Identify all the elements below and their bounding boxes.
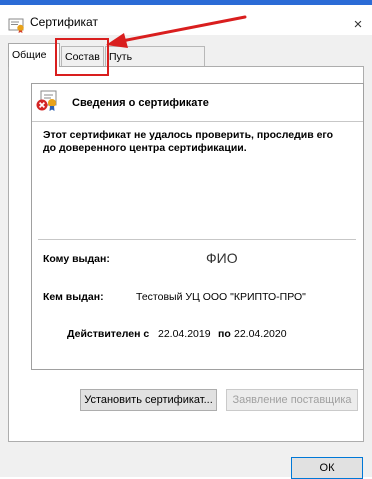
close-button[interactable]: × bbox=[350, 17, 366, 33]
issued-by-value: Тестовый УЦ ООО "КРИПТО-ПРО" bbox=[136, 291, 306, 303]
ok-button[interactable]: ОК bbox=[291, 457, 363, 479]
issued-by-label: Кем выдан: bbox=[43, 291, 104, 303]
info-header: Сведения о сертификате bbox=[32, 84, 363, 122]
issued-to-value: ФИО bbox=[206, 250, 238, 266]
valid-to-label: по bbox=[218, 328, 231, 340]
valid-from-date: 22.04.2019 bbox=[158, 328, 211, 340]
annotation-arrow-icon bbox=[106, 15, 247, 48]
valid-to-date: 22.04.2020 bbox=[234, 328, 287, 340]
certificate-dialog: Сертификат × Общие Состав Путь сертифика… bbox=[0, 0, 372, 479]
window-title: Сертификат bbox=[30, 15, 98, 29]
info-title: Сведения о сертификате bbox=[72, 97, 209, 109]
install-certificate-button[interactable]: Установить сертификат... bbox=[80, 389, 217, 411]
issued-to-label: Кому выдан: bbox=[43, 253, 110, 265]
issuer-statement-button[interactable]: Заявление поставщика bbox=[226, 389, 358, 411]
certificate-error-icon bbox=[36, 90, 57, 111]
certificate-info-box: Сведения о сертификате Этот сертификат н… bbox=[31, 83, 364, 370]
valid-from-label: Действителен с bbox=[67, 328, 150, 340]
certificate-icon bbox=[8, 18, 24, 33]
divider bbox=[38, 239, 356, 240]
validation-warning: Этот сертификат не удалось проверить, пр… bbox=[43, 129, 334, 154]
tab-general[interactable]: Общие bbox=[8, 43, 60, 67]
